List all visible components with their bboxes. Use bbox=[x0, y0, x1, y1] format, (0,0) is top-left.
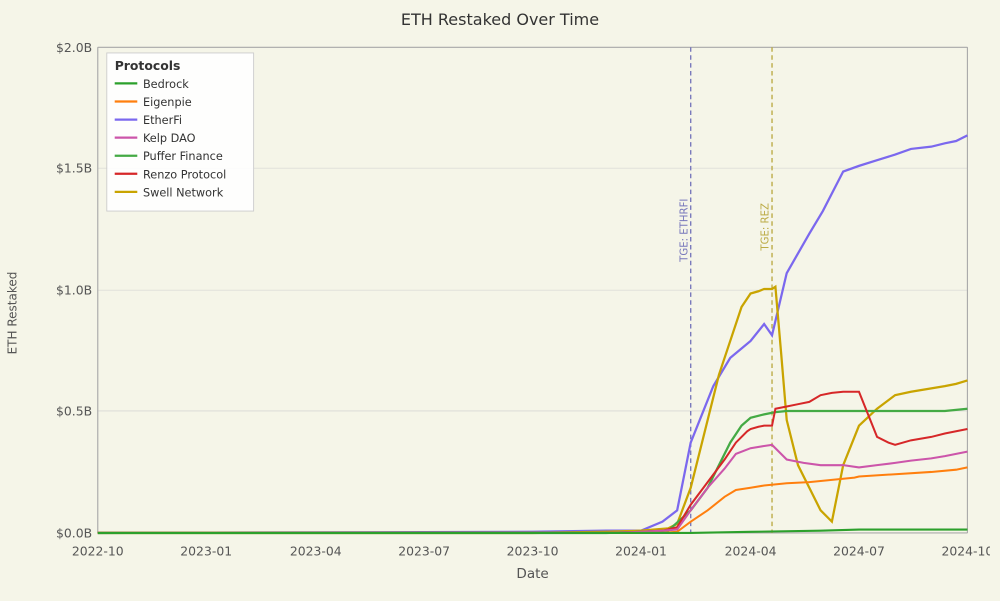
y-axis-label: ETH Restaked bbox=[0, 34, 30, 591]
svg-text:Swell Network: Swell Network bbox=[143, 186, 224, 199]
svg-text:EtherFi: EtherFi bbox=[143, 114, 182, 127]
chart-container: ETH Restaked Over Time ETH Restaked $0.0… bbox=[0, 0, 1000, 569]
svg-text:Bedrock: Bedrock bbox=[143, 78, 189, 91]
svg-text:$0.0B: $0.0B bbox=[56, 525, 92, 540]
chart-svg: $0.0B $0.5B $1.0B $1.5B $2.0B 2022-10 20… bbox=[30, 34, 990, 591]
svg-text:Protocols: Protocols bbox=[115, 58, 181, 73]
svg-text:2024-07: 2024-07 bbox=[833, 544, 885, 559]
svg-text:2024-10: 2024-10 bbox=[941, 544, 990, 559]
svg-text:2023-10: 2023-10 bbox=[507, 544, 559, 559]
svg-text:$2.0B: $2.0B bbox=[56, 40, 92, 55]
svg-text:2023-01: 2023-01 bbox=[180, 544, 232, 559]
svg-text:$1.5B: $1.5B bbox=[56, 161, 92, 176]
svg-text:TGE: ETHRFI: TGE: ETHRFI bbox=[679, 199, 690, 263]
chart-title: ETH Restaked Over Time bbox=[401, 10, 599, 29]
chart-body: ETH Restaked $0.0B $0.5B $1.0B $1.5B $2.… bbox=[0, 34, 1000, 601]
chart-area: $0.0B $0.5B $1.0B $1.5B $2.0B 2022-10 20… bbox=[30, 34, 990, 591]
svg-text:Eigenpie: Eigenpie bbox=[143, 96, 192, 109]
svg-text:Renzo Protocol: Renzo Protocol bbox=[143, 168, 226, 181]
svg-text:Puffer Finance: Puffer Finance bbox=[143, 150, 223, 163]
svg-text:$0.5B: $0.5B bbox=[56, 403, 92, 418]
svg-text:2024-01: 2024-01 bbox=[615, 544, 667, 559]
svg-text:2022-10: 2022-10 bbox=[72, 544, 124, 559]
svg-text:2023-04: 2023-04 bbox=[290, 544, 342, 559]
svg-text:$1.0B: $1.0B bbox=[56, 283, 92, 298]
svg-text:2024-04: 2024-04 bbox=[725, 544, 777, 559]
svg-text:Kelp DAO: Kelp DAO bbox=[143, 132, 196, 145]
svg-text:2023-07: 2023-07 bbox=[398, 544, 450, 559]
svg-text:TGE: REZ: TGE: REZ bbox=[761, 203, 772, 252]
